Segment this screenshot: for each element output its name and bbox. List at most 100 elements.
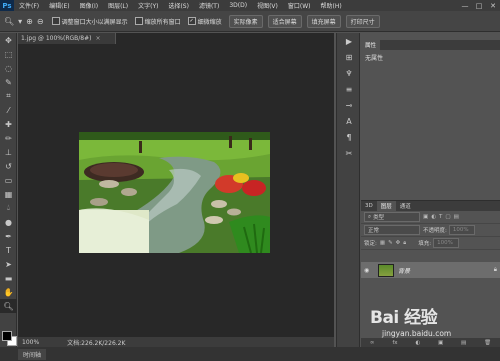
eraser-tool-icon[interactable]: ▭ bbox=[0, 173, 17, 187]
zoom-out-icon[interactable]: ⊖ bbox=[37, 17, 44, 26]
filter-shape-icon[interactable]: ▢ bbox=[445, 214, 450, 220]
layer-lock-icon: 🔒︎ bbox=[493, 266, 497, 273]
zoom-all-windows-checkbox[interactable]: 缩放所有窗口 bbox=[134, 17, 181, 26]
layer-thumbnail bbox=[378, 263, 394, 277]
character-panel-icon[interactable]: A bbox=[337, 113, 361, 129]
menu-select[interactable]: 选择(S) bbox=[163, 1, 194, 10]
properties-tab[interactable]: 属性 bbox=[361, 40, 381, 50]
foreground-color-swatch[interactable] bbox=[2, 331, 12, 341]
search-icon: ⌕ bbox=[368, 213, 372, 220]
history-panel-icon[interactable]: ▶ bbox=[337, 33, 361, 49]
clone-stamp-tool-icon[interactable]: ⊥ bbox=[0, 145, 17, 159]
crop-tool-icon[interactable]: ⌗ bbox=[0, 89, 17, 103]
menu-layer[interactable]: 图层(L) bbox=[103, 1, 133, 10]
filter-type-icon[interactable]: T bbox=[439, 214, 442, 220]
resize-windows-checkbox[interactable]: 调整窗口大小以满屏显示 bbox=[51, 17, 128, 26]
print-size-button[interactable]: 打印尺寸 bbox=[345, 14, 380, 28]
tab-3d[interactable]: 3D bbox=[361, 201, 377, 211]
blur-tool-icon[interactable]: 💧︎ bbox=[0, 201, 17, 215]
layer-name[interactable]: 背景 bbox=[398, 266, 494, 275]
pen-tool-icon[interactable]: ✒ bbox=[0, 229, 17, 243]
timeline-tab[interactable]: 时间轴 bbox=[18, 348, 47, 360]
lock-paint-icon[interactable]: ✎ bbox=[388, 240, 393, 246]
tab-layers[interactable]: 图层 bbox=[376, 201, 396, 211]
eyedropper-tool-icon[interactable]: ⁄ bbox=[0, 103, 17, 117]
filter-kind-value: 类型 bbox=[373, 215, 385, 221]
clone-source-icon[interactable]: ⊸ bbox=[337, 97, 361, 113]
filter-pixel-icon[interactable]: ▣ bbox=[423, 214, 428, 220]
lock-all-icon[interactable]: 🔒︎ bbox=[403, 240, 406, 247]
photoshop-logo: Ps bbox=[0, 0, 14, 11]
checkbox-box[interactable] bbox=[134, 17, 143, 25]
checkbox-box-checked[interactable]: ✓ bbox=[187, 17, 196, 25]
tool-preset-dropdown-icon[interactable]: ▾ bbox=[18, 17, 22, 26]
zoom-tool-icon[interactable]: 🔍︎ bbox=[0, 299, 17, 313]
brush-presets-icon[interactable]: ≡ bbox=[337, 81, 361, 97]
color-swatches[interactable] bbox=[2, 331, 17, 346]
hand-tool-icon[interactable]: ✋ bbox=[0, 285, 17, 299]
fill-screen-button[interactable]: 填充屏幕 bbox=[306, 14, 341, 28]
actual-pixels-button[interactable]: 实际像素 bbox=[228, 14, 263, 28]
menu-3d[interactable]: 3D(D) bbox=[224, 2, 252, 9]
filter-smart-icon[interactable]: ▤ bbox=[454, 214, 459, 220]
type-tool-icon[interactable]: T bbox=[0, 243, 17, 257]
layer-row-background[interactable]: ◉ 背景 🔒︎ bbox=[361, 262, 500, 278]
close-button[interactable]: ✕ bbox=[486, 0, 500, 11]
menu-edit[interactable]: 编辑(E) bbox=[44, 1, 74, 10]
close-icon[interactable]: × bbox=[95, 35, 100, 42]
checkbox-label: 细微缩放 bbox=[197, 18, 222, 26]
menu-filter[interactable]: 滤镜(T) bbox=[194, 1, 224, 10]
dodge-tool-icon[interactable]: ● bbox=[0, 215, 17, 229]
checkbox-box[interactable] bbox=[51, 17, 60, 25]
menu-bar: Ps 文件(F) 编辑(E) 图像(I) 图层(L) 文字(Y) 选择(S) 滤… bbox=[0, 0, 500, 11]
gradient-tool-icon[interactable]: ▦ bbox=[0, 187, 17, 201]
properties-panel: 属性 无属性 bbox=[361, 40, 500, 200]
visibility-eye-icon[interactable]: ◉ bbox=[364, 267, 374, 274]
checkbox-label: 缩放所有窗口 bbox=[144, 18, 181, 26]
menu-type[interactable]: 文字(Y) bbox=[133, 1, 163, 10]
lasso-tool-icon[interactable]: ◌ bbox=[0, 61, 17, 75]
brush-panel-icon[interactable]: ♆ bbox=[337, 65, 361, 81]
fill-input[interactable]: 100% bbox=[433, 238, 460, 248]
opacity-input[interactable]: 100% bbox=[448, 225, 475, 235]
history-brush-tool-icon[interactable]: ↺ bbox=[0, 159, 17, 173]
menu-image[interactable]: 图像(I) bbox=[75, 1, 103, 10]
scrubby-zoom-checkbox[interactable]: ✓ 细微缩放 bbox=[187, 17, 222, 26]
lock-position-icon[interactable]: ✥ bbox=[396, 240, 401, 246]
zoom-level[interactable]: 100% bbox=[22, 339, 39, 346]
menu-view[interactable]: 视图(V) bbox=[252, 1, 283, 10]
fit-screen-button[interactable]: 适合屏幕 bbox=[267, 14, 302, 28]
tools-panel: ✥ ⬚ ◌ ✎ ⌗ ⁄ ✚ ✏ ⊥ ↺ ▭ ▦ 💧︎ ● ✒ T ➤ ▬ ✋ 🔍… bbox=[0, 33, 17, 347]
zoom-in-icon[interactable]: ⊕ bbox=[26, 17, 33, 26]
menu-file[interactable]: 文件(F) bbox=[14, 1, 44, 10]
image-canvas[interactable] bbox=[79, 132, 270, 253]
move-tool-icon[interactable]: ✥ bbox=[0, 33, 17, 47]
zoom-tool-icon[interactable]: 🔍︎ bbox=[4, 17, 14, 26]
blend-mode-select[interactable]: 正常 bbox=[364, 225, 420, 235]
status-bar: 100% 文档:226.2K/226.2K bbox=[18, 337, 334, 347]
lock-row: 锁定: ▦ ✎ ✥ 🔒︎ 填充: 100% bbox=[361, 237, 500, 250]
maximize-button[interactable]: □ bbox=[472, 0, 486, 11]
menu-help[interactable]: 帮助(H) bbox=[316, 1, 347, 10]
bottom-panel-bar: 时间轴 bbox=[0, 347, 500, 361]
document-size-info[interactable]: 文档:226.2K/226.2K bbox=[67, 338, 125, 347]
watermark-url: jingyan.baidu.com bbox=[382, 329, 452, 338]
document-tab[interactable]: 1.jpg @ 100%(RGB/8#) × bbox=[18, 33, 116, 44]
filter-kind-select[interactable]: ⌕ 类型 bbox=[364, 212, 420, 222]
marquee-tool-icon[interactable]: ⬚ bbox=[0, 47, 17, 61]
opacity-label: 不透明度: bbox=[423, 228, 447, 234]
lock-pixels-icon[interactable]: ▦ bbox=[380, 240, 385, 246]
shape-tool-icon[interactable]: ▬ bbox=[0, 271, 17, 285]
path-select-tool-icon[interactable]: ➤ bbox=[0, 257, 17, 271]
quick-select-tool-icon[interactable]: ✎ bbox=[0, 75, 17, 89]
actions-panel-icon[interactable]: ⊞ bbox=[337, 49, 361, 65]
brush-tool-icon[interactable]: ✏ bbox=[0, 131, 17, 145]
filter-adjust-icon[interactable]: ◐ bbox=[431, 214, 436, 220]
paragraph-panel-icon[interactable]: ¶ bbox=[337, 129, 361, 145]
minimize-button[interactable]: — bbox=[458, 0, 472, 11]
tab-channels[interactable]: 通道 bbox=[396, 201, 415, 211]
tool-presets-icon[interactable]: ✂ bbox=[337, 145, 361, 161]
document-tab-title: 1.jpg @ 100%(RGB/8#) bbox=[21, 35, 92, 42]
menu-window[interactable]: 窗口(W) bbox=[283, 1, 316, 10]
healing-brush-tool-icon[interactable]: ✚ bbox=[0, 117, 17, 131]
